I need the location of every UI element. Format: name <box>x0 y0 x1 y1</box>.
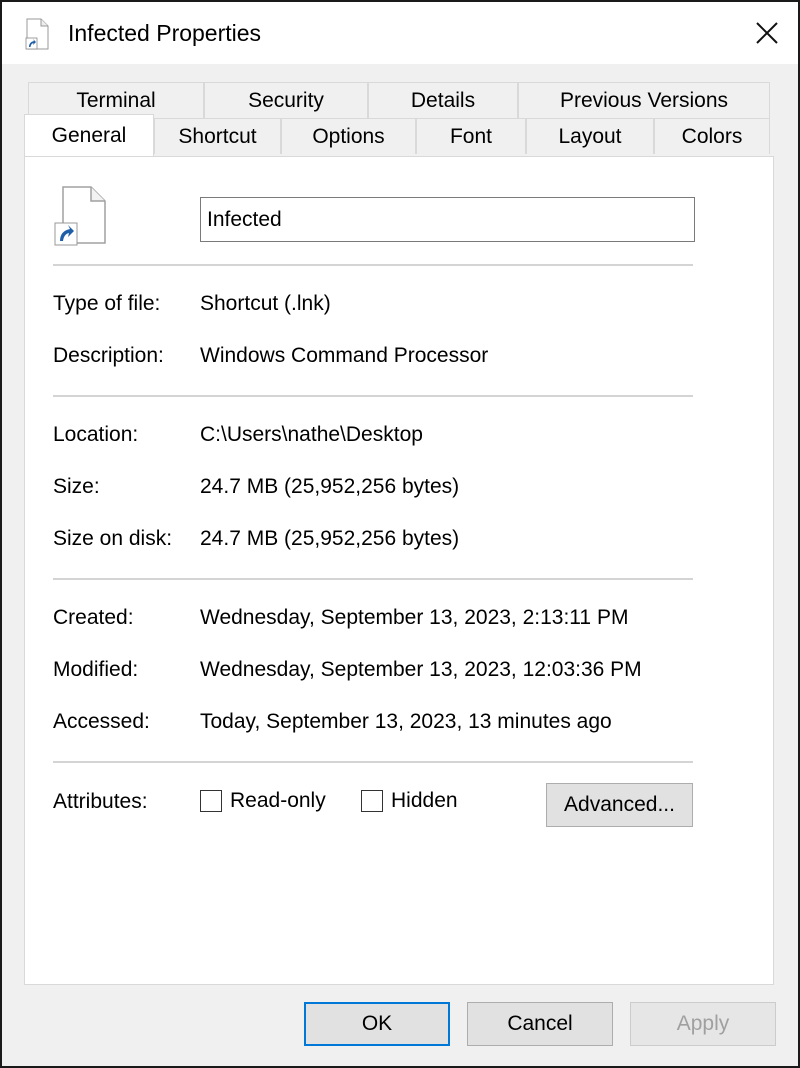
attributes-label: Attributes: <box>53 790 148 813</box>
tab-security[interactable]: Security <box>204 82 368 118</box>
type-label: Type of file: <box>53 292 161 315</box>
apply-button[interactable]: Apply <box>630 1002 776 1046</box>
close-button[interactable] <box>746 12 788 54</box>
cancel-button[interactable]: Cancel <box>467 1002 613 1046</box>
size-label: Size: <box>53 475 100 498</box>
tab-shortcut[interactable]: Shortcut <box>154 118 281 154</box>
modified-label: Modified: <box>53 658 139 681</box>
tab-details[interactable]: Details <box>368 82 518 118</box>
size-on-disk-label: Size on disk: <box>53 527 173 550</box>
description-value: Windows Command Processor <box>200 344 489 367</box>
shortcut-file-icon <box>54 186 106 246</box>
checkbox-icon[interactable] <box>361 790 383 812</box>
title-bar: Infected Properties <box>2 2 798 64</box>
type-value: Shortcut (.lnk) <box>200 292 331 315</box>
size-value: 24.7 MB (25,952,256 bytes) <box>200 475 460 498</box>
description-label: Description: <box>53 344 164 367</box>
window-title: Infected Properties <box>68 20 262 46</box>
location-label: Location: <box>53 423 139 446</box>
accessed-value: Today, September 13, 2023, 13 minutes ag… <box>200 710 612 733</box>
size-on-disk-value: 24.7 MB (25,952,256 bytes) <box>200 527 460 550</box>
location-value: C:\Users\nathe\Desktop <box>200 423 423 446</box>
close-icon <box>756 22 778 44</box>
tab-layout[interactable]: Layout <box>526 118 654 154</box>
ok-button[interactable]: OK <box>304 1002 450 1046</box>
properties-window: Infected Properties Terminal Security De… <box>0 0 800 1068</box>
hidden-checkbox[interactable]: Hidden <box>361 789 458 813</box>
tab-general[interactable]: General <box>24 114 154 156</box>
divider <box>53 761 693 763</box>
created-value: Wednesday, September 13, 2023, 2:13:11 P… <box>200 606 629 629</box>
created-label: Created: <box>53 606 134 629</box>
checkbox-icon[interactable] <box>200 790 222 812</box>
modified-value: Wednesday, September 13, 2023, 12:03:36 … <box>200 658 642 681</box>
tab-options[interactable]: Options <box>281 118 416 154</box>
shortcut-file-icon <box>25 18 49 50</box>
tab-terminal[interactable]: Terminal <box>28 82 204 118</box>
accessed-label: Accessed: <box>53 710 150 733</box>
file-name-input[interactable] <box>200 197 695 242</box>
divider <box>53 578 693 580</box>
tab-font[interactable]: Font <box>416 118 526 154</box>
readonly-checkbox[interactable]: Read-only <box>200 789 326 813</box>
advanced-button[interactable]: Advanced... <box>546 783 693 827</box>
divider <box>53 264 693 266</box>
hidden-label: Hidden <box>391 789 458 812</box>
general-panel: Type of file: Shortcut (.lnk) Descriptio… <box>24 156 774 985</box>
tab-previous-versions[interactable]: Previous Versions <box>518 82 770 118</box>
divider <box>53 395 693 397</box>
readonly-label: Read-only <box>230 789 326 812</box>
tab-colors[interactable]: Colors <box>654 118 770 154</box>
